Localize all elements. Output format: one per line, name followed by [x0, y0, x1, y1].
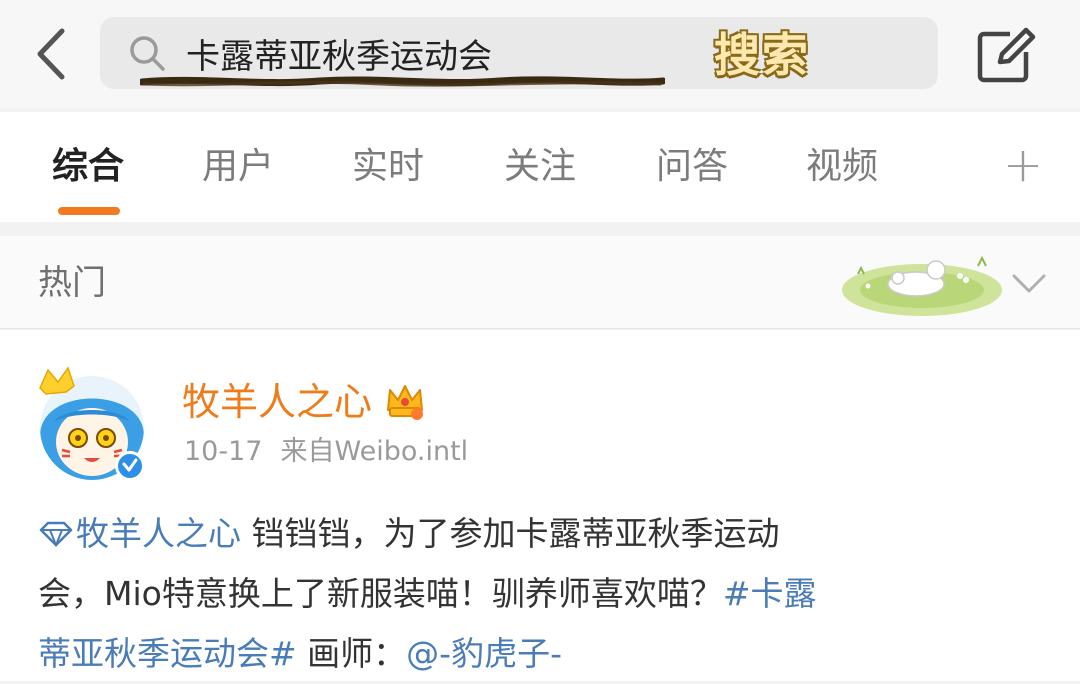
post-source: 来自Weibo.intl: [280, 436, 469, 467]
top-bar: 搜索: [0, 0, 1080, 108]
redaction-scribble: [140, 76, 665, 87]
author-mention-link[interactable]: 牧羊人之心: [38, 514, 241, 553]
search-icon: [130, 36, 165, 71]
post-body-line-3: 蒂亚秋季运动会# 画师：@-豹虎子-: [38, 624, 1048, 684]
search-button[interactable]: 搜索: [714, 25, 810, 85]
tab-realtime[interactable]: 实时: [352, 142, 424, 192]
post-meta: 10-17 来自Weibo.intl: [184, 430, 468, 474]
search-box[interactable]: 搜索: [100, 17, 938, 89]
post-body: 牧羊人之心 铛铛铛，为了参加卡露蒂亚秋季运动 会，Mio特意换上了新服装喵！驯养…: [38, 504, 1048, 684]
tab-qa[interactable]: 问答: [656, 142, 728, 192]
avatar[interactable]: [34, 366, 150, 482]
active-tab-indicator: [58, 207, 120, 215]
post-date: 10-17: [184, 436, 263, 467]
post-body-line-2: 会，Mio特意换上了新服装喵！驯养师喜欢喵？#卡露: [38, 564, 1048, 624]
tab-users[interactable]: 用户: [202, 142, 274, 192]
tab-comprehensive[interactable]: 综合: [52, 142, 124, 192]
diamond-icon: [39, 521, 73, 547]
chevron-down-icon[interactable]: [1008, 264, 1050, 304]
hashtag-link[interactable]: 蒂亚秋季运动会#: [38, 634, 297, 673]
search-tabs: 综合 用户 实时 关注 问答 视频 +: [0, 112, 1080, 222]
hot-section-header: 热门: [0, 236, 1080, 329]
post-text: 铛铛铛，为了参加卡露蒂亚秋季运动: [241, 514, 780, 553]
painter-mention-link[interactable]: @-豹虎子-: [406, 634, 562, 673]
tab-following[interactable]: 关注: [504, 142, 576, 192]
painter-label: 画师：: [296, 634, 407, 673]
compose-button[interactable]: [976, 26, 1038, 84]
post-body-line-1: 牧羊人之心 铛铛铛，为了参加卡露蒂亚秋季运动: [38, 504, 1048, 564]
hashtag-link[interactable]: #卡露: [723, 574, 817, 613]
sheep-on-grass-illustration: [842, 255, 1002, 316]
vip-crown-icon[interactable]: [384, 380, 426, 422]
post-text: 会，Mio特意换上了新服装喵！驯养师喜欢喵？: [38, 574, 723, 613]
add-tab-button[interactable]: +: [1000, 140, 1046, 190]
compose-icon: [977, 27, 1036, 83]
tab-video[interactable]: 视频: [806, 142, 878, 192]
hot-label: 热门: [38, 263, 106, 303]
post-username[interactable]: 牧羊人之心: [182, 374, 372, 430]
author-mention-text: 牧羊人之心: [76, 514, 241, 553]
post-card[interactable]: 牧羊人之心 10-17 来自Weibo.intl 牧羊人之心 铛铛铛，为了参加卡露…: [0, 330, 1080, 681]
back-arrow-icon: [37, 28, 65, 80]
back-button[interactable]: [24, 22, 78, 86]
search-input[interactable]: [186, 27, 786, 79]
